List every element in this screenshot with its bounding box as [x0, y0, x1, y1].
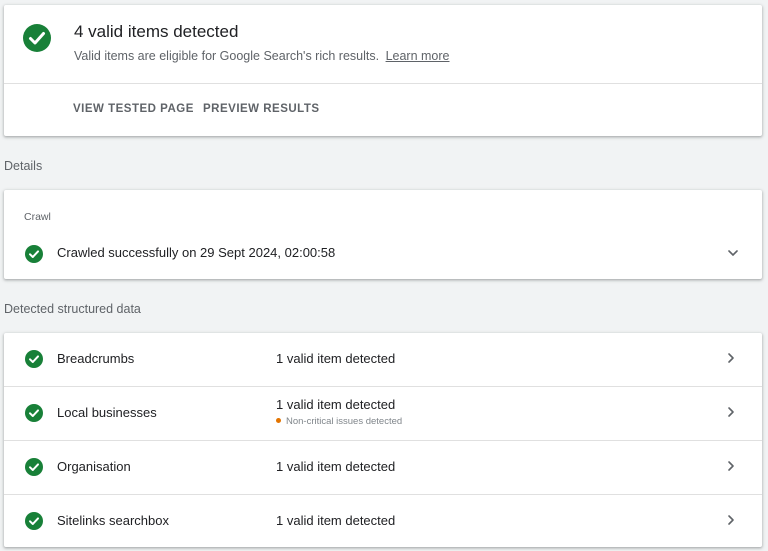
details-section-label: Details: [4, 159, 43, 173]
structured-item-name: Sitelinks searchbox: [57, 513, 169, 528]
structured-item-note: Non-critical issues detected: [276, 416, 402, 427]
structured-item-note-text: Non-critical issues detected: [286, 416, 403, 427]
structured-item-name: Local businesses: [57, 405, 157, 420]
summary-card: 4 valid items detected Valid items are e…: [4, 5, 762, 136]
summary-actions: VIEW TESTED PAGE PREVIEW RESULTS: [4, 84, 762, 136]
crawl-status-text: Crawled successfully on 29 Sept 2024, 02…: [57, 245, 336, 260]
chevron-right-icon[interactable]: [724, 351, 738, 370]
summary-subtitle: Valid items are eligible for Google Sear…: [74, 49, 380, 63]
crawl-card: Crawl Crawled successfully on 29 Sept 20…: [4, 190, 762, 279]
check-circle-icon: [25, 404, 43, 422]
warning-dot-icon: [276, 417, 281, 423]
structured-item-name: Breadcrumbs: [57, 351, 135, 366]
structured-data-card: Breadcrumbs 1 valid item detected Local …: [4, 333, 762, 547]
chevron-right-icon[interactable]: [724, 513, 738, 532]
structured-item-organisation[interactable]: Organisation 1 valid item detected: [4, 441, 762, 495]
crawl-label: Crawl: [24, 211, 51, 223]
structured-item-sitelinks-searchbox[interactable]: Sitelinks searchbox 1 valid item detecte…: [4, 495, 762, 548]
structured-item-status: 1 valid item detected: [276, 397, 396, 412]
structured-item-status: 1 valid item detected: [276, 351, 396, 366]
check-circle-icon: [25, 245, 43, 263]
check-circle-icon: [25, 458, 43, 476]
summary-title: 4 valid items detected: [74, 22, 239, 41]
structured-item-status: 1 valid item detected: [276, 513, 396, 528]
check-circle-icon: [25, 512, 43, 530]
structured-data-section-label: Detected structured data: [4, 302, 141, 316]
learn-more-link[interactable]: Learn more: [386, 49, 450, 63]
chevron-down-icon[interactable]: [726, 246, 740, 265]
check-circle-icon: [25, 350, 43, 368]
structured-item-status: 1 valid item detected: [276, 459, 396, 474]
view-tested-page-button[interactable]: VIEW TESTED PAGE: [73, 103, 194, 115]
chevron-right-icon[interactable]: [724, 459, 738, 478]
structured-item-local-businesses[interactable]: Local businesses 1 valid item detected N…: [4, 387, 762, 441]
chevron-right-icon[interactable]: [724, 405, 738, 424]
crawl-status-row[interactable]: Crawled successfully on 29 Sept 2024, 02…: [4, 235, 762, 271]
summary-subtitle-line: Valid items are eligible for Google Sear…: [74, 49, 450, 63]
check-circle-icon: [23, 24, 51, 52]
structured-item-name: Organisation: [57, 459, 131, 474]
summary-header: 4 valid items detected Valid items are e…: [4, 5, 762, 84]
structured-item-breadcrumbs[interactable]: Breadcrumbs 1 valid item detected: [4, 333, 762, 387]
preview-results-button[interactable]: PREVIEW RESULTS: [203, 103, 320, 115]
